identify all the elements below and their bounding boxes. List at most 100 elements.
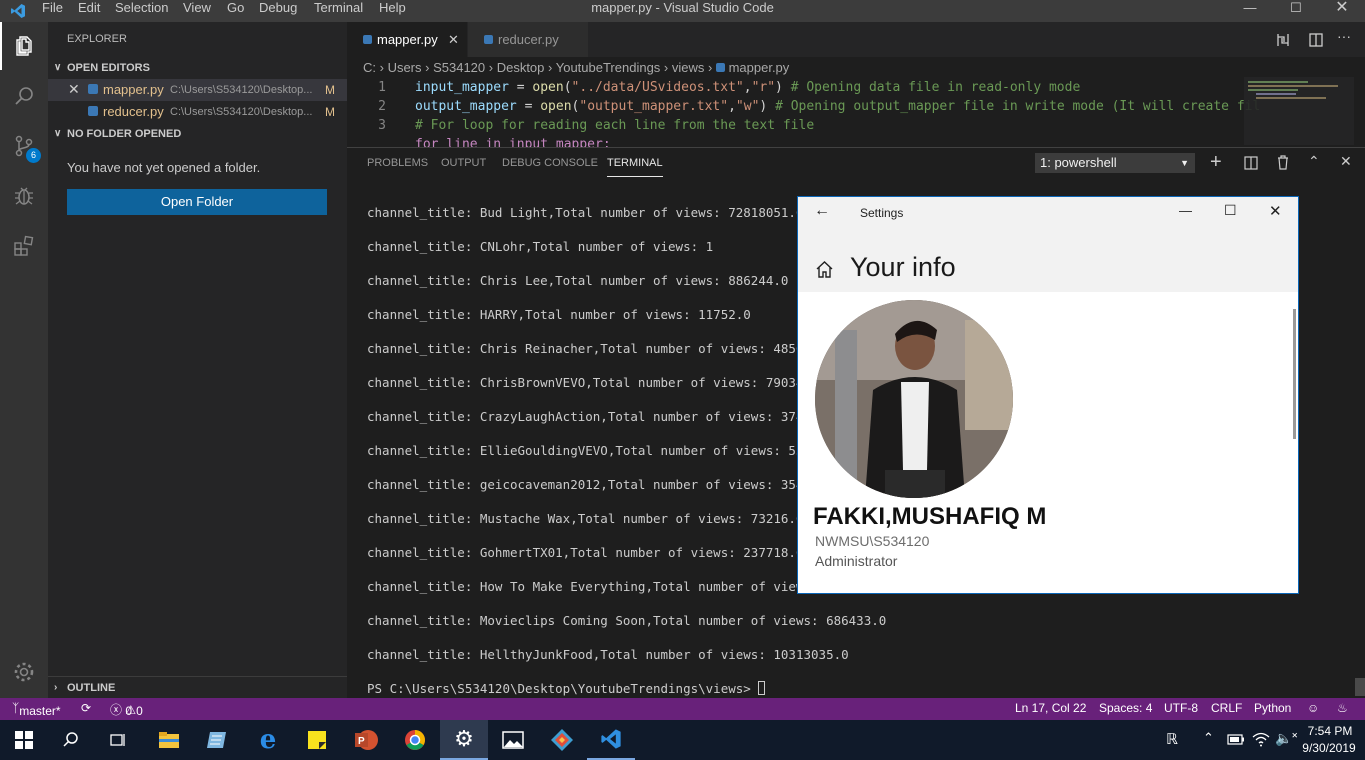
encoding[interactable]: UTF-8 bbox=[1164, 701, 1198, 715]
tab-terminal[interactable]: TERMINAL bbox=[607, 155, 663, 177]
settings-title: Settings bbox=[860, 206, 904, 220]
outline-header[interactable]: › OUTLINE bbox=[48, 676, 347, 698]
minimap-line bbox=[1256, 97, 1326, 99]
explorer-activity[interactable] bbox=[0, 22, 48, 70]
tab-mapper[interactable]: mapper.py ✕ bbox=[347, 22, 467, 57]
terminal-line: channel_title: Chris Reinacher,Total num… bbox=[367, 341, 834, 356]
breadcrumb-item[interactable]: Desktop bbox=[497, 60, 545, 75]
python-file-icon bbox=[88, 106, 98, 116]
open-changes-icon[interactable] bbox=[1275, 32, 1291, 48]
sync-icon[interactable]: ⟳ bbox=[81, 701, 91, 715]
tab-reducer[interactable]: reducer.py bbox=[468, 22, 588, 57]
code-line: # For loop for reading each line from th… bbox=[415, 118, 815, 133]
open-editor-item[interactable]: reducer.py C:\Users\S534120\Desktop... M bbox=[48, 101, 347, 123]
modified-badge: M bbox=[325, 105, 335, 119]
code-token: "r" bbox=[751, 80, 776, 95]
extensions-activity[interactable] bbox=[0, 222, 48, 270]
file-explorer-app[interactable] bbox=[145, 720, 193, 760]
home-icon[interactable] bbox=[815, 260, 834, 278]
close-editor-icon[interactable]: ✕ bbox=[68, 81, 80, 98]
minimap[interactable] bbox=[1244, 77, 1354, 145]
open-folder-button[interactable]: Open Folder bbox=[67, 189, 327, 215]
task-view-button[interactable] bbox=[94, 720, 142, 760]
chrome-app[interactable] bbox=[391, 720, 439, 760]
source-control-activity[interactable]: 6 bbox=[0, 122, 48, 170]
split-editor-icon[interactable] bbox=[1308, 32, 1324, 48]
sticky-notes-app[interactable] bbox=[293, 720, 341, 760]
wifi-icon[interactable] bbox=[1252, 731, 1270, 747]
breadcrumb-item[interactable]: mapper.py bbox=[729, 60, 790, 75]
terminal-line: channel_title: GohmertTX01,Total number … bbox=[367, 545, 804, 560]
chevron-down-icon: ∨ bbox=[54, 62, 62, 73]
terminal-scrollbar[interactable] bbox=[1355, 678, 1365, 696]
edge-app[interactable]: e bbox=[244, 720, 292, 760]
language-mode[interactable]: Python bbox=[1254, 701, 1291, 715]
close-panel-icon[interactable]: ✕ bbox=[1340, 153, 1352, 170]
git-app[interactable] bbox=[538, 720, 586, 760]
breadcrumb: C: › Users › S534120 › Desktop › Youtube… bbox=[363, 60, 790, 75]
breadcrumb-item[interactable]: S534120 bbox=[433, 60, 485, 75]
bell-icon[interactable]: ♨ bbox=[1337, 701, 1348, 715]
settings-scrollbar[interactable] bbox=[1293, 309, 1296, 439]
breadcrumb-item[interactable]: views bbox=[672, 60, 705, 75]
clock-date[interactable]: 9/30/2019 bbox=[1300, 741, 1358, 755]
feedback-icon[interactable]: ☺ bbox=[1307, 701, 1319, 715]
no-folder-header[interactable]: ∨ NO FOLDER OPENED bbox=[48, 123, 347, 145]
close-window-button[interactable]: ✕ bbox=[1269, 202, 1282, 220]
indentation[interactable]: Spaces: 4 bbox=[1099, 701, 1152, 715]
warning-count: 0 bbox=[136, 704, 143, 718]
terminal-prompt[interactable]: PS C:\Users\S534120\Desktop\YoutubeTrend… bbox=[367, 681, 766, 696]
settings-header: ← Settings — ☐ ✕ Your info bbox=[798, 197, 1298, 292]
code-token: ) bbox=[775, 80, 791, 95]
terminal-line: channel_title: Chris Lee,Total number of… bbox=[367, 273, 789, 288]
clock-time[interactable]: 7:54 PM bbox=[1302, 724, 1358, 738]
tab-output[interactable]: OUTPUT bbox=[441, 155, 486, 177]
cursor-position[interactable]: Ln 17, Col 22 bbox=[1015, 701, 1086, 715]
more-actions-icon[interactable]: ··· bbox=[1337, 28, 1351, 44]
split-terminal-icon[interactable] bbox=[1244, 156, 1258, 170]
battery-icon[interactable] bbox=[1227, 734, 1245, 745]
trash-icon[interactable] bbox=[1276, 155, 1290, 170]
minimize-button[interactable]: — bbox=[1179, 203, 1192, 218]
maximize-button[interactable]: ☐ bbox=[1224, 202, 1237, 219]
start-button[interactable] bbox=[0, 720, 48, 760]
line-ending[interactable]: CRLF bbox=[1211, 701, 1242, 715]
search-activity[interactable] bbox=[0, 72, 48, 120]
breadcrumb-item[interactable]: Users bbox=[388, 60, 422, 75]
volume-muted-icon[interactable]: 🔈˟ bbox=[1275, 730, 1297, 747]
maximize-button[interactable]: ☐ bbox=[1273, 0, 1319, 22]
breadcrumb-item[interactable]: YoutubeTrendings bbox=[556, 60, 661, 75]
code-editor[interactable]: C: › Users › S534120 › Desktop › Youtube… bbox=[347, 57, 1365, 147]
people-icon[interactable]: ℝ bbox=[1166, 730, 1178, 748]
notepad-icon bbox=[207, 732, 226, 748]
chevron-up-icon[interactable]: ⌃ bbox=[1203, 730, 1214, 746]
search-taskbar-button[interactable] bbox=[47, 720, 95, 760]
notepad-app[interactable] bbox=[194, 720, 242, 760]
open-editor-item[interactable]: ✕ mapper.py C:\Users\S534120\Desktop... … bbox=[48, 79, 347, 101]
manage-activity[interactable] bbox=[0, 648, 48, 696]
new-terminal-icon[interactable]: + bbox=[1210, 151, 1222, 174]
settings-app[interactable]: ⚙ bbox=[440, 720, 488, 760]
extensions-icon bbox=[14, 235, 34, 256]
vscode-app[interactable] bbox=[587, 720, 635, 760]
tab-problems[interactable]: PROBLEMS bbox=[367, 155, 428, 177]
close-tab-icon[interactable]: ✕ bbox=[448, 22, 459, 57]
chevron-right-icon: › bbox=[54, 682, 58, 693]
breadcrumb-item[interactable]: C: bbox=[363, 60, 376, 75]
minimize-button[interactable]: — bbox=[1227, 0, 1273, 22]
problems-indicator[interactable]: ⓧ 0 ⚠ 0 bbox=[110, 701, 143, 718]
window-title: mapper.py - Visual Studio Code bbox=[591, 0, 774, 15]
maximize-panel-icon[interactable]: ⌃ bbox=[1308, 153, 1320, 170]
photos-app[interactable] bbox=[489, 720, 537, 760]
terminal-line: channel_title: HARRY,Total number of vie… bbox=[367, 307, 751, 322]
back-arrow-icon[interactable]: ← bbox=[814, 202, 830, 220]
branch-indicator[interactable]: ᛉ master* bbox=[12, 701, 61, 718]
tab-debug-console[interactable]: DEBUG CONSOLE bbox=[502, 155, 598, 177]
close-window-button[interactable]: ✕ bbox=[1319, 0, 1365, 22]
open-editors-header[interactable]: ∨ OPEN EDITORS bbox=[48, 57, 347, 79]
powerpoint-app[interactable]: P bbox=[342, 720, 390, 760]
terminal-select[interactable]: 1: powershell ▼ bbox=[1035, 153, 1195, 173]
code-token: = bbox=[508, 80, 533, 95]
debug-activity[interactable] bbox=[0, 172, 48, 220]
photos-icon bbox=[502, 731, 524, 749]
